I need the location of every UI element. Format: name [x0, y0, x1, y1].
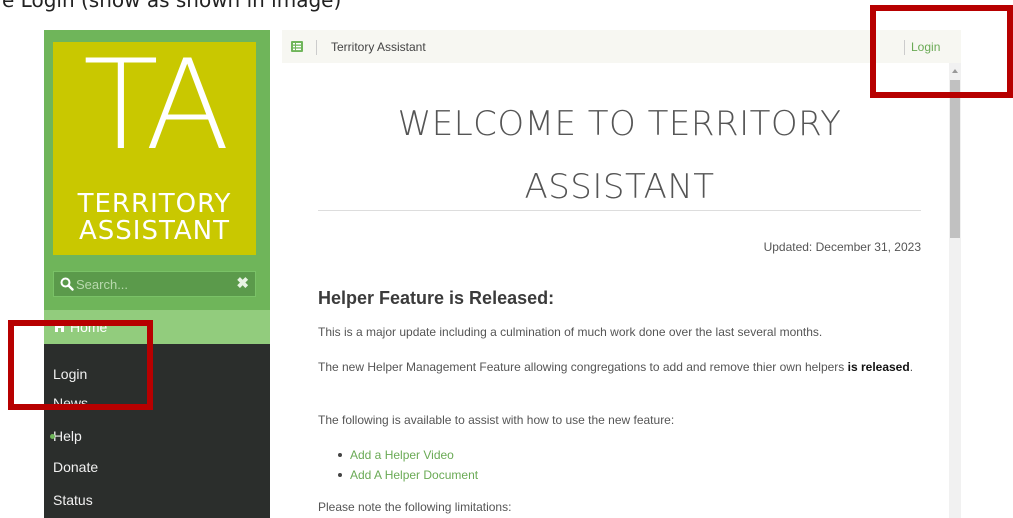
- divider: [316, 40, 317, 55]
- link-add-helper-video[interactable]: Add a Helper Video: [318, 445, 478, 465]
- page-title: WELCOME TO TERRITORY ASSISTANT: [318, 93, 921, 219]
- logo-line-2: ASSISTANT: [79, 216, 230, 246]
- logo-line-1: TERRITORY: [77, 189, 232, 219]
- active-indicator: [50, 434, 55, 439]
- paragraph-limitations: Please note the following limitations:: [318, 500, 512, 514]
- sidebar-item-donate[interactable]: Donate: [53, 459, 98, 475]
- link-add-helper-document[interactable]: Add A Helper Document: [318, 465, 478, 485]
- page-title-line-1: WELCOME TO TERRITORY: [397, 104, 842, 144]
- vertical-scrollbar[interactable]: [949, 63, 961, 518]
- logo[interactable]: TA TERRITORY ASSISTANT: [53, 42, 256, 255]
- annotation-box-sidebar-login: [8, 320, 153, 410]
- section-heading: Helper Feature is Released:: [318, 288, 555, 308]
- search-box: ✖: [53, 271, 256, 297]
- logo-initials: TA: [83, 34, 230, 178]
- updated-date: Updated: December 31, 2023: [763, 240, 921, 254]
- app-title[interactable]: Territory Assistant: [331, 40, 426, 54]
- sidebar-item-help-label: Help: [53, 428, 82, 444]
- main-content: WELCOME TO TERRITORY ASSISTANT Updated: …: [282, 63, 949, 518]
- menu-toggle-icon[interactable]: [291, 41, 303, 52]
- annotation-box-header-login: [870, 5, 1013, 98]
- clear-search-icon[interactable]: ✖: [236, 275, 249, 293]
- sidebar-item-status[interactable]: Status: [53, 492, 93, 508]
- sidebar: TA TERRITORY ASSISTANT ✖ Home Login News…: [44, 30, 270, 518]
- divider: [318, 210, 921, 211]
- top-bar: Territory Assistant Login: [282, 30, 961, 64]
- search-input[interactable]: [76, 275, 226, 293]
- paragraph-helper-feature: The new Helper Management Feature allowi…: [318, 360, 914, 374]
- caption-text: e Login (show as shown in image): [2, 0, 342, 12]
- sidebar-item-help[interactable]: Help: [50, 428, 82, 444]
- sidebar-header: TA TERRITORY ASSISTANT ✖: [44, 30, 270, 310]
- search-icon: [60, 277, 74, 291]
- paragraph-intro: This is a major update including a culmi…: [318, 325, 823, 339]
- paragraph-resources: The following is available to assist wit…: [318, 413, 675, 427]
- resource-links: Add a Helper Video Add A Helper Document: [318, 445, 478, 485]
- scrollbar-thumb[interactable]: [950, 80, 960, 238]
